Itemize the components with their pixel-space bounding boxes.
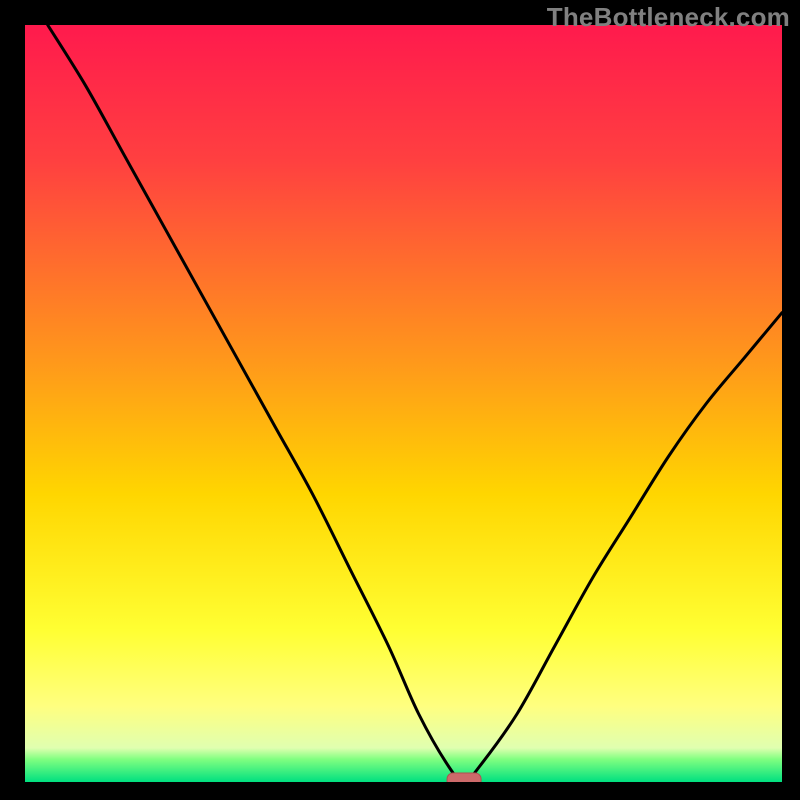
chart-frame: TheBottleneck.com [0,0,800,800]
gradient-background [25,25,782,782]
minimum-marker [447,773,481,782]
plot-area [25,25,782,782]
plot-svg [25,25,782,782]
watermark-text: TheBottleneck.com [547,2,790,33]
